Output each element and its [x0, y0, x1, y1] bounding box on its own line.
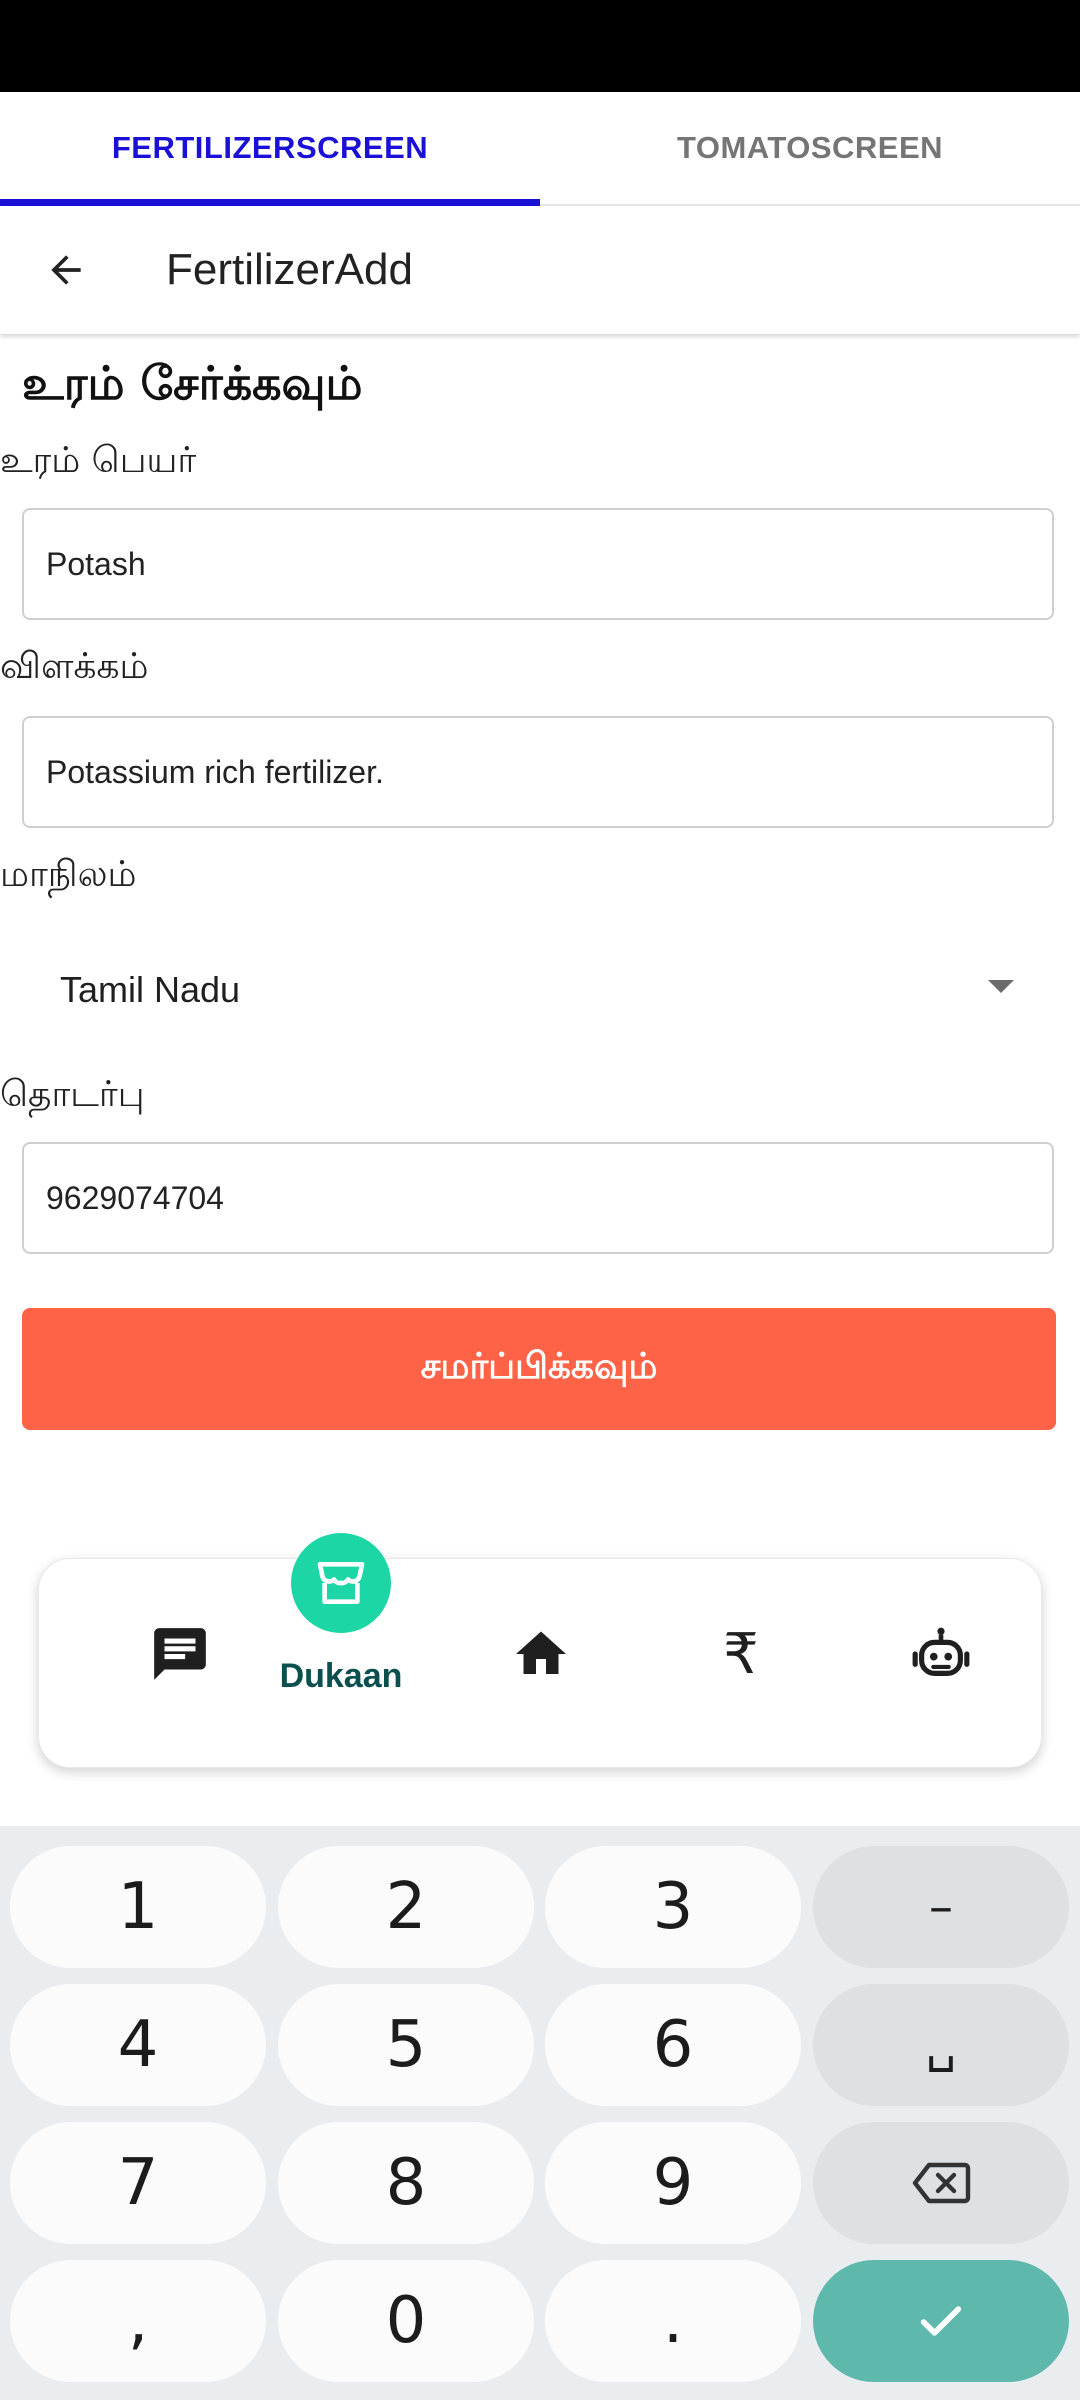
description-label: விளக்கம் — [0, 646, 149, 687]
name-label: உரம் பெயர் — [0, 440, 197, 481]
description-field[interactable]: Potassium rich fertilizer. — [22, 716, 1054, 828]
nav-bot[interactable] — [896, 1609, 986, 1699]
backspace-icon — [912, 2162, 971, 2204]
key-2[interactable]: 2 — [278, 1846, 534, 1968]
key-4[interactable]: 4 — [10, 1984, 266, 2106]
bottom-nav: Dukaan ₹ — [38, 1533, 1042, 1768]
nav-home[interactable] — [496, 1609, 586, 1699]
key-9[interactable]: 9 — [545, 2122, 801, 2244]
nav-dukaan[interactable] — [291, 1533, 391, 1633]
state-dropdown-value: Tamil Nadu — [60, 969, 241, 1010]
key-1[interactable]: 1 — [10, 1846, 266, 1968]
submit-button[interactable]: சமர்ப்பிக்கவும் — [22, 1308, 1056, 1430]
nav-payments[interactable]: ₹ — [696, 1609, 786, 1699]
dropdown-arrow-icon — [988, 980, 1014, 993]
key-space[interactable]: ␣ — [813, 1984, 1069, 2106]
state-dropdown[interactable]: Tamil Nadu — [22, 942, 1054, 1038]
key-dash[interactable]: – — [813, 1846, 1069, 1968]
back-button[interactable] — [20, 224, 112, 316]
key-period[interactable]: . — [545, 2260, 801, 2382]
key-comma[interactable]: , — [10, 2260, 266, 2382]
name-field-value: Potash — [46, 545, 146, 582]
store-icon — [317, 1562, 365, 1604]
page-title: FertilizerAdd — [166, 245, 413, 294]
key-3[interactable]: 3 — [545, 1846, 801, 1968]
robot-icon — [912, 1627, 970, 1676]
status-bar — [0, 0, 1080, 92]
tab-tomatoscreen[interactable]: TOMATOSCREEN — [540, 92, 1080, 204]
tab-bar: FERTILIZERSCREEN TOMATOSCREEN — [0, 92, 1080, 206]
key-7[interactable]: 7 — [10, 2122, 266, 2244]
tab-fertilizerscreen[interactable]: FERTILIZERSCREEN — [0, 92, 540, 206]
contact-field-value: 9629074704 — [46, 1179, 224, 1216]
name-field[interactable]: Potash — [22, 508, 1054, 620]
backspace-key[interactable] — [813, 2122, 1069, 2244]
home-icon — [516, 1631, 566, 1674]
description-field-value: Potassium rich fertilizer. — [46, 753, 384, 790]
app-bar: FertilizerAdd — [0, 206, 1080, 334]
chat-icon — [154, 1628, 206, 1680]
state-label: மாநிலம் — [0, 854, 137, 895]
key-0[interactable]: 0 — [278, 2260, 534, 2382]
key-5[interactable]: 5 — [278, 1984, 534, 2106]
done-key[interactable] — [813, 2260, 1069, 2382]
arrow-left-icon — [51, 255, 81, 285]
key-8[interactable]: 8 — [278, 2122, 534, 2244]
contact-field[interactable]: 9629074704 — [22, 1142, 1054, 1254]
nav-chat[interactable] — [135, 1609, 225, 1699]
key-6[interactable]: 6 — [545, 1984, 801, 2106]
rupee-icon: ₹ — [723, 1622, 759, 1685]
numeric-keyboard: 1 2 3 – 4 5 6 ␣ 7 8 9 , 0 . — [0, 1826, 1080, 2400]
form-heading: உரம் சேர்க்கவும் — [22, 356, 363, 410]
nav-dukaan-label: Dukaan — [279, 1657, 403, 1695]
check-icon — [920, 2306, 962, 2336]
contact-label: தொடர்பு — [0, 1074, 145, 1115]
